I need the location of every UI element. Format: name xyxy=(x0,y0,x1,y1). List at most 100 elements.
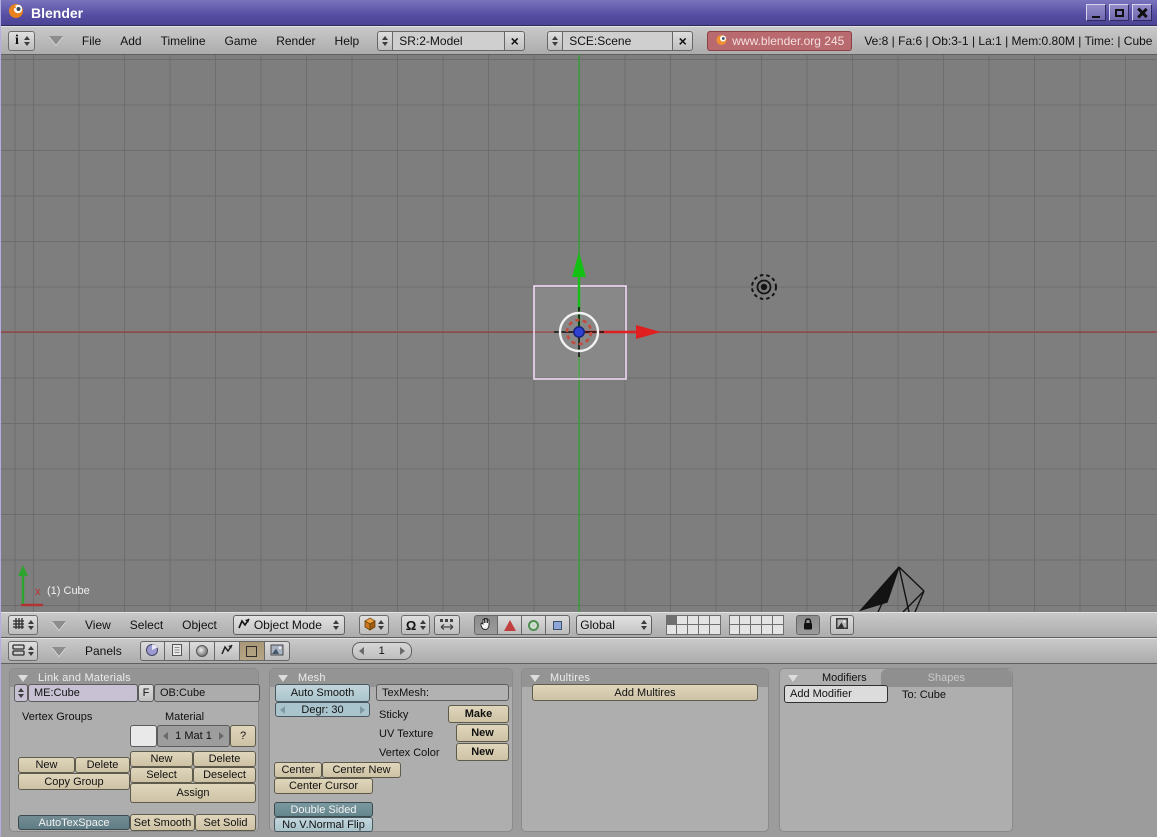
blender-version-button[interactable]: www.blender.org 245 xyxy=(707,31,852,51)
page-right-icon[interactable] xyxy=(400,647,405,655)
viewport-3d[interactable]: x (1) Cube xyxy=(1,55,1157,612)
material-deselect-button[interactable]: Deselect xyxy=(193,767,256,783)
proportional-edit-button[interactable] xyxy=(434,615,460,635)
layer-14[interactable] xyxy=(699,625,710,635)
page-left-icon[interactable] xyxy=(359,647,364,655)
mat-next-icon[interactable] xyxy=(219,732,224,740)
vcol-new-button[interactable]: New xyxy=(456,743,509,761)
context-editing-button[interactable] xyxy=(240,641,265,661)
panel-page-stepper[interactable]: 1 xyxy=(352,642,412,660)
menu-render[interactable]: Render xyxy=(276,34,315,48)
vgroup-new-button[interactable]: New xyxy=(18,757,75,773)
menu-game[interactable]: Game xyxy=(225,34,258,48)
center-button[interactable]: Center xyxy=(274,762,322,778)
add-multires-button[interactable]: Add Multires xyxy=(532,684,758,701)
layer-6[interactable] xyxy=(729,615,740,625)
layer-8[interactable] xyxy=(751,615,762,625)
mat-prev-icon[interactable] xyxy=(163,732,168,740)
lock-layers-button[interactable] xyxy=(796,615,820,635)
layer-2[interactable] xyxy=(677,615,688,625)
pivot-button[interactable]: Ω xyxy=(401,615,430,635)
layer-17[interactable] xyxy=(740,625,751,635)
editor-type-button-info[interactable]: i xyxy=(8,31,35,51)
draw-type-button[interactable] xyxy=(359,615,389,635)
layer-16[interactable] xyxy=(729,625,740,635)
manipulator-scale-button[interactable] xyxy=(522,615,546,635)
manipulator-rotate-button[interactable] xyxy=(498,615,522,635)
panel-collapse-icon[interactable] xyxy=(788,675,798,682)
close-button[interactable] xyxy=(1132,4,1152,21)
camera-object[interactable] xyxy=(861,567,924,612)
center-cursor-button[interactable]: Center Cursor xyxy=(274,778,373,794)
context-shading-button[interactable] xyxy=(190,641,215,661)
screen-name-field[interactable]: SR:2-Model xyxy=(393,31,505,51)
layer-1[interactable] xyxy=(666,615,677,625)
auto-smooth-toggle[interactable]: Auto Smooth xyxy=(275,684,370,702)
add-modifier-button[interactable]: Add Modifier xyxy=(784,685,888,703)
sticky-make-button[interactable]: Make xyxy=(448,705,509,723)
layer-13[interactable] xyxy=(688,625,699,635)
render-preview-button[interactable] xyxy=(830,615,854,635)
mesh-name-field[interactable]: ME:Cube xyxy=(28,684,138,702)
orientation-dropdown[interactable]: Global xyxy=(576,615,652,635)
material-select-button[interactable]: Select xyxy=(130,767,193,783)
layer-4[interactable] xyxy=(699,615,710,625)
context-script-button[interactable] xyxy=(165,641,190,661)
mesh-browse-button[interactable] xyxy=(14,684,28,702)
object-center-dot[interactable] xyxy=(574,327,584,337)
degr-left-icon[interactable] xyxy=(280,706,285,714)
header-collapse-icon[interactable] xyxy=(49,36,63,45)
menu-add[interactable]: Add xyxy=(120,34,141,48)
layer-9[interactable] xyxy=(762,615,773,625)
maximize-button[interactable] xyxy=(1109,4,1129,21)
degr-slider[interactable]: Degr: 30 xyxy=(275,702,370,717)
vgroup-copy-button[interactable]: Copy Group xyxy=(18,773,130,790)
menu-view[interactable]: View xyxy=(85,618,111,632)
layer-18[interactable] xyxy=(751,625,762,635)
layer-11[interactable] xyxy=(666,625,677,635)
layer-5[interactable] xyxy=(710,615,721,625)
manipulator-translate-button[interactable] xyxy=(546,615,570,635)
mode-dropdown[interactable]: Object Mode xyxy=(233,615,345,635)
autotexspace-toggle[interactable]: AutoTexSpace xyxy=(18,815,130,830)
scene-browse-button[interactable] xyxy=(547,31,563,51)
material-delete-button[interactable]: Delete xyxy=(193,751,256,767)
material-new-button[interactable]: New xyxy=(130,751,193,767)
degr-right-icon[interactable] xyxy=(360,706,365,714)
vgroup-delete-button[interactable]: Delete xyxy=(75,757,130,773)
set-solid-button[interactable]: Set Solid xyxy=(195,814,256,831)
context-object-button[interactable] xyxy=(215,641,240,661)
material-color-swatch[interactable] xyxy=(130,725,157,747)
layer-15[interactable] xyxy=(710,625,721,635)
tab-shapes[interactable]: Shapes xyxy=(881,669,1012,687)
menu-help[interactable]: Help xyxy=(335,34,360,48)
object-name-field[interactable]: OB:Cube xyxy=(154,684,260,702)
layer-10[interactable] xyxy=(773,615,784,625)
layer-12[interactable] xyxy=(677,625,688,635)
center-new-button[interactable]: Center New xyxy=(322,762,401,778)
context-logic-button[interactable] xyxy=(140,641,165,661)
screen-delete-button[interactable]: × xyxy=(505,31,525,51)
context-scene-button[interactable] xyxy=(265,641,290,661)
uv-new-button[interactable]: New xyxy=(456,724,509,742)
menu-file[interactable]: File xyxy=(82,34,101,48)
header-collapse-icon[interactable] xyxy=(52,621,66,630)
set-smooth-button[interactable]: Set Smooth xyxy=(130,814,195,831)
layer-20[interactable] xyxy=(773,625,784,635)
fake-user-button[interactable]: F xyxy=(138,684,154,702)
header-collapse-icon[interactable] xyxy=(52,647,66,656)
manipulator-hand-button[interactable] xyxy=(474,615,498,635)
minimize-button[interactable] xyxy=(1086,4,1106,21)
editor-type-button-3dview[interactable] xyxy=(8,615,38,635)
layer-3[interactable] xyxy=(688,615,699,625)
material-help-button[interactable]: ? xyxy=(230,725,256,747)
lamp-object[interactable] xyxy=(752,275,776,299)
material-assign-button[interactable]: Assign xyxy=(130,783,256,803)
layer-19[interactable] xyxy=(762,625,773,635)
texmesh-field[interactable]: TexMesh: xyxy=(376,684,509,701)
menu-timeline[interactable]: Timeline xyxy=(161,34,206,48)
menu-object[interactable]: Object xyxy=(182,618,217,632)
scene-delete-button[interactable]: × xyxy=(673,31,693,51)
menu-select[interactable]: Select xyxy=(130,618,163,632)
editor-type-button-buttons[interactable] xyxy=(8,641,38,661)
